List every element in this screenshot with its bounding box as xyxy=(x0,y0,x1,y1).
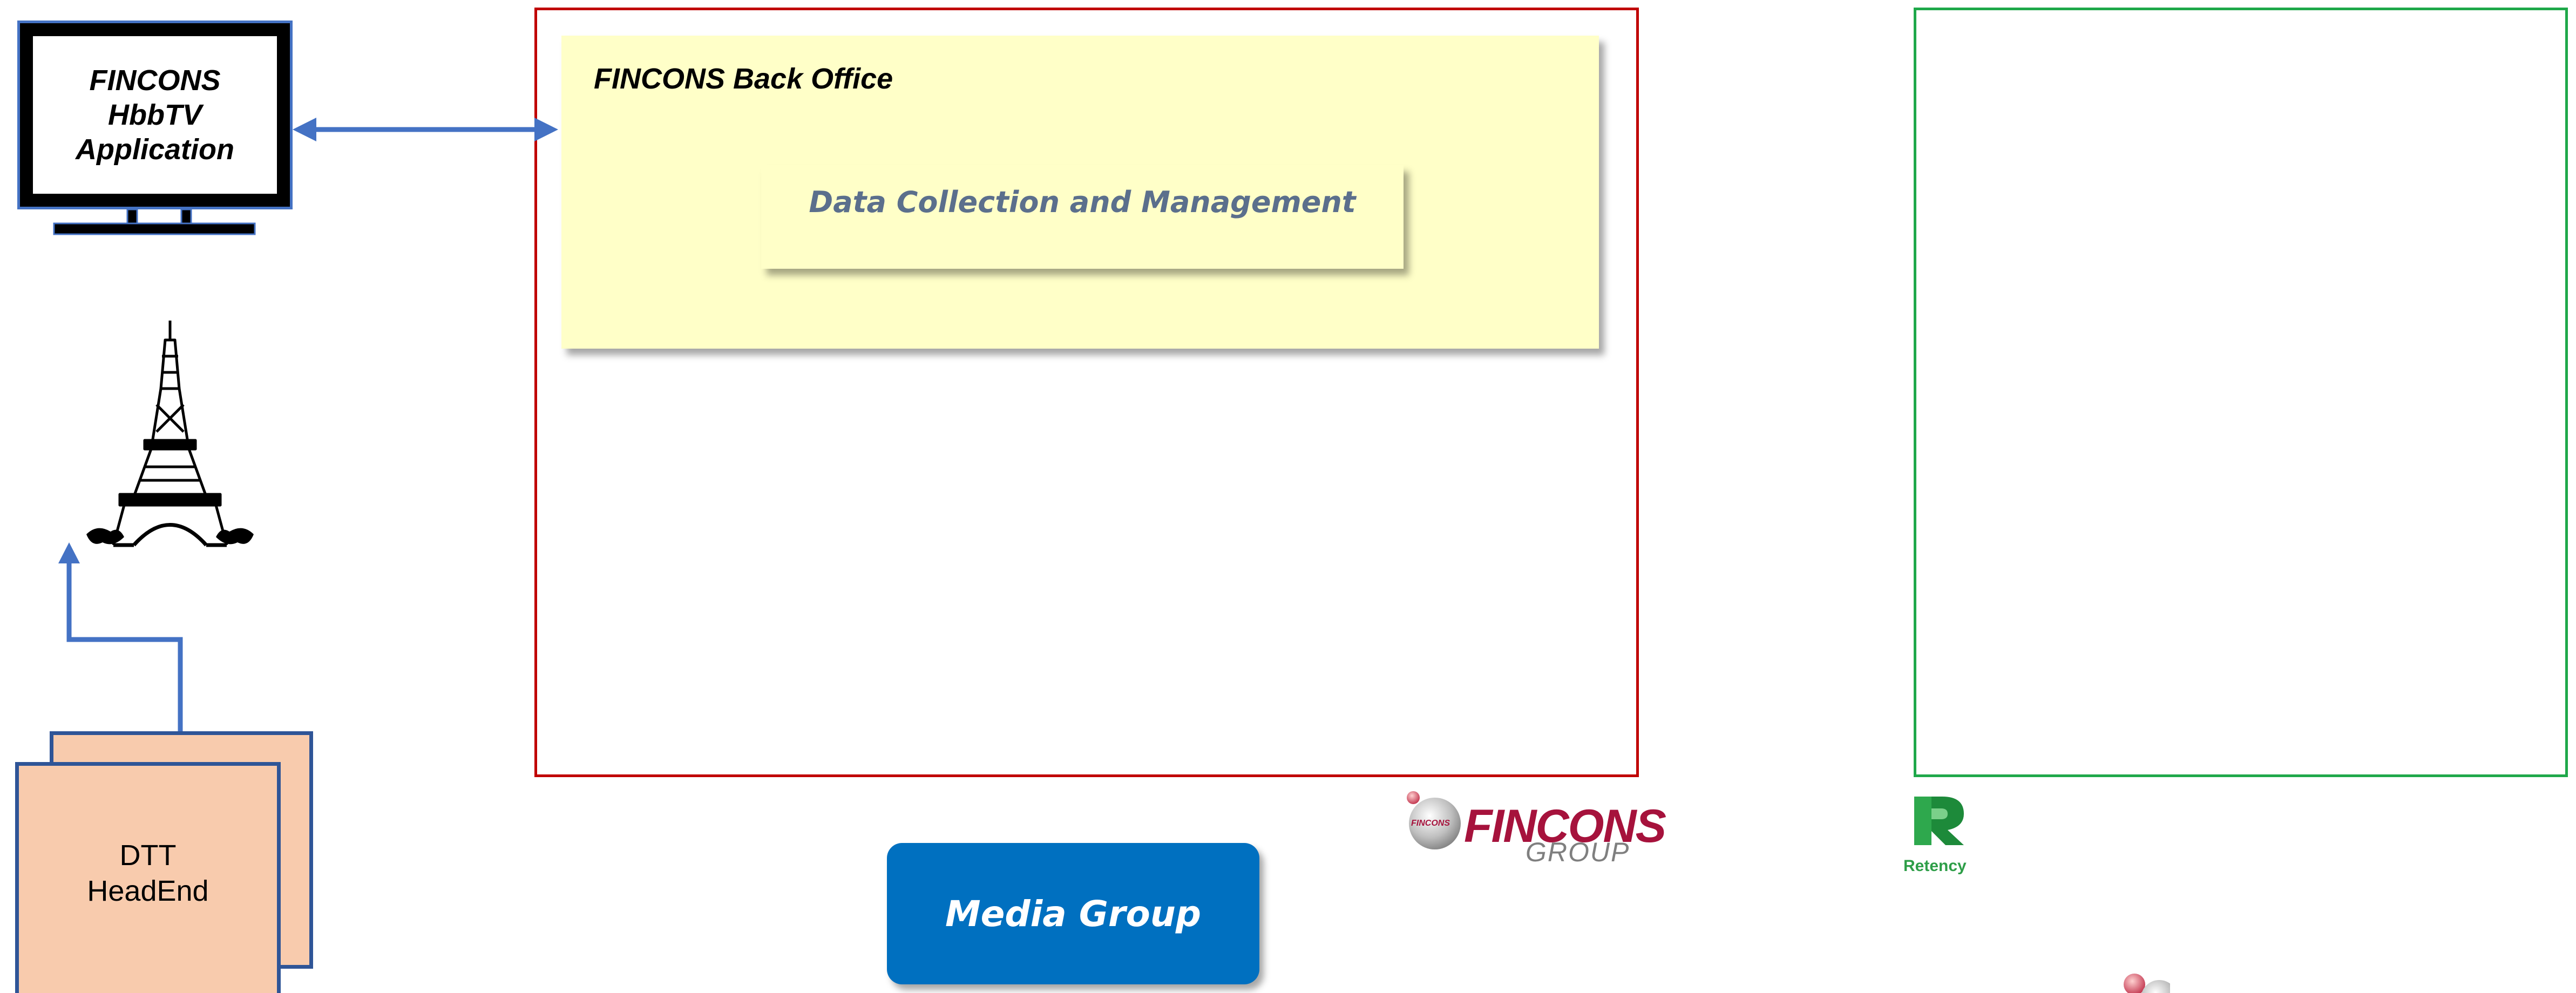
fincons-logo-group: GROUP xyxy=(1526,837,1630,867)
headend-tower-arrow xyxy=(58,542,183,731)
hbbtv-application-label: FINCONS HbbTV Application xyxy=(76,64,234,166)
data-collection-module: Data Collection and Management xyxy=(761,165,1404,269)
architecture-diagram: FINCONS HbbTV Application FINCONS Back O… xyxy=(0,0,2576,993)
back-office-title: FINCONS Back Office xyxy=(594,63,893,95)
tv-backoffice-arrow xyxy=(293,118,558,141)
tv-screen: FINCONS HbbTV Application xyxy=(33,36,277,194)
retency-logo-icon xyxy=(1914,797,1964,845)
partner-frame xyxy=(1914,8,2568,777)
tv-monitor-icon: FINCONS HbbTV Application xyxy=(17,21,293,209)
eiffel-tower-icon xyxy=(86,321,254,547)
data-collection-label: Data Collection and Management xyxy=(809,185,1356,219)
dtt-headend-box: DTT HeadEnd xyxy=(15,762,281,993)
media-group-label: Media Group xyxy=(945,893,1202,935)
fincons-ball-icon xyxy=(2124,974,2170,993)
dtt-headend-label: DTT HeadEnd xyxy=(87,839,209,907)
fincons-ball-label: FINCONS xyxy=(1411,819,1450,828)
tv-stand xyxy=(53,209,256,235)
retency-logo-label: Retency xyxy=(1903,857,1967,875)
media-group-box: Media Group xyxy=(887,843,1259,984)
